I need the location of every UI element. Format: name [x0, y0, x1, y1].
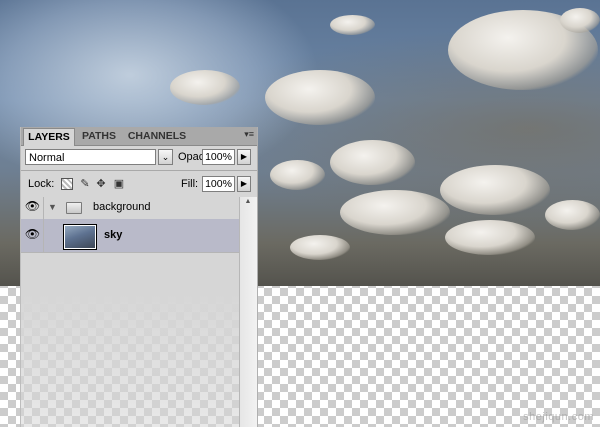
eye-icon[interactable]: 👁	[24, 227, 41, 244]
cloud	[170, 70, 240, 105]
layer-row-sky[interactable]: 👁 sky	[21, 219, 239, 253]
divider	[21, 170, 257, 171]
chevron-down-icon[interactable]: ⌄	[158, 149, 173, 165]
fill-arrow-icon[interactable]: ▶	[237, 176, 251, 192]
lock-all-icon[interactable]: ▣	[113, 178, 125, 190]
layer-row-background[interactable]: 👁 ▼ background	[21, 197, 239, 220]
layers-panel: LAYERS PATHS CHANNELS ▾≡ Normal ⌄ Opacit…	[20, 127, 258, 427]
cloud	[290, 235, 350, 260]
opacity-input[interactable]: 100%	[202, 149, 235, 165]
opacity-arrow-icon[interactable]: ▶	[237, 149, 251, 165]
cloud	[545, 200, 600, 230]
lock-label: Lock:	[28, 178, 55, 190]
fill-input[interactable]: 100%	[202, 176, 235, 192]
cloud	[265, 70, 375, 125]
tab-layers[interactable]: LAYERS	[23, 128, 75, 146]
cloud	[440, 165, 550, 215]
cloud	[340, 190, 450, 235]
blend-mode-select[interactable]: Normal	[25, 149, 156, 165]
cloud	[270, 160, 325, 190]
tab-channels[interactable]: CHANNELS	[125, 128, 189, 145]
panel-menu-icon[interactable]: ▾≡	[244, 129, 254, 140]
expand-triangle-icon[interactable]: ▼	[48, 202, 57, 212]
lock-transparency-icon[interactable]	[61, 178, 73, 190]
cloud	[560, 8, 600, 33]
lock-paint-icon[interactable]: ✎	[79, 178, 91, 190]
tab-paths[interactable]: PATHS	[77, 128, 121, 145]
scroll-up-icon[interactable]: ▲	[241, 198, 255, 210]
lock-move-icon[interactable]: ✥	[95, 178, 107, 190]
cloud	[330, 15, 375, 35]
eye-icon[interactable]: 👁	[24, 199, 41, 216]
layers-list: 👁 ▼ background 👁 sky	[21, 197, 239, 427]
layer-name: background	[93, 201, 151, 213]
cloud	[330, 140, 415, 185]
fill-label: Fill:	[181, 178, 199, 190]
panel-tab-bar: LAYERS PATHS CHANNELS ▾≡	[21, 127, 257, 146]
layer-name: sky	[104, 229, 123, 241]
folder-icon	[66, 202, 82, 214]
cloud	[445, 220, 535, 255]
layers-scrollbar[interactable]: ▲	[239, 197, 257, 427]
layer-thumbnail	[63, 224, 97, 250]
watermark: shejiqun.com	[523, 411, 594, 423]
